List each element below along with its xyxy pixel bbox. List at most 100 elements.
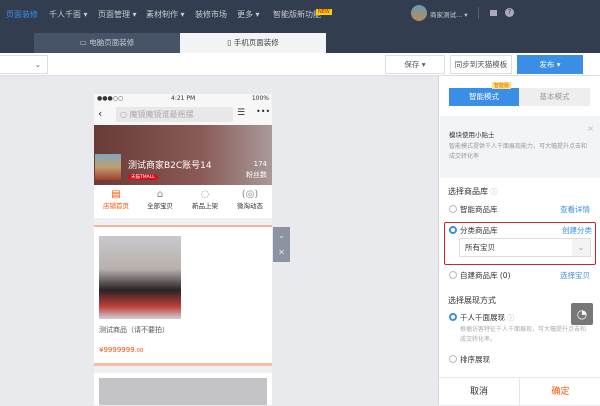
shop-banner: 测试商家B2C账号14 天猫TMALL 174 粉丝数 — [94, 125, 272, 185]
nav-label: 新品上架 — [192, 202, 218, 210]
product-card[interactable] — [94, 373, 272, 405]
new-badge: NEW — [316, 9, 332, 15]
nav-label: 微淘动态 — [237, 202, 263, 210]
option-label: 自建商品库 (0) — [460, 271, 511, 280]
shop-logo — [95, 154, 121, 180]
category-select[interactable]: 所有宝贝 ⌄ — [459, 238, 591, 257]
option-label: 千人千面展现 ⓘ — [460, 312, 514, 323]
product-image[interactable] — [99, 378, 267, 405]
message-icon[interactable] — [490, 10, 497, 16]
view-details-link[interactable]: 查看详情 — [560, 204, 590, 215]
nav-all-items[interactable]: ⌂ 全部宝贝 — [138, 189, 182, 210]
store-icon: ▤ — [111, 189, 121, 200]
option-label: 智能商品库 — [460, 205, 498, 214]
info-icon: ⓘ — [507, 314, 515, 322]
tip-text: 智能模式提供千人千面展现能力，可大幅提升点击和成交转化率 — [449, 143, 588, 160]
display-label: 选择展现方式 — [448, 296, 496, 305]
search-bar: ‹ ○ 魔镜魔镜谁最摇摆 ☰ ••• — [94, 104, 272, 125]
smart-mode-button[interactable]: 智能模式 — [449, 88, 519, 106]
time: 4:21 PM — [171, 95, 196, 102]
status-bar: ●●●○○ 4:21 PM 100% — [94, 94, 272, 104]
nav-item[interactable]: 更多 ▾ — [237, 9, 260, 20]
chevron-down-icon: ⌄ — [34, 60, 41, 69]
shop-name: 测试商家B2C账号14 — [128, 161, 212, 171]
close-icon[interactable]: ✕ — [273, 244, 290, 261]
product-image[interactable] — [99, 236, 181, 319]
nav-item[interactable]: 智能版新功能 — [273, 9, 321, 20]
settings-panel: 智能模式 基本模式 智能版 模块使用小贴士 × 智能模式提供千人千面展现能力，可… — [438, 76, 600, 406]
radio-sorted[interactable] — [449, 355, 457, 363]
customer-service-icon[interactable]: ◔ — [571, 303, 593, 325]
radio-personalized[interactable] — [449, 313, 457, 321]
cancel-button[interactable]: 取消 — [439, 378, 520, 406]
tab-label: 手机页面装修 — [233, 38, 279, 47]
tab-label: 电脑页面装修 — [89, 38, 135, 47]
select-items-link[interactable]: 选择宝贝 — [560, 270, 590, 281]
publish-button[interactable]: 发布 ▾ — [517, 55, 583, 74]
module-controls: ⌄ ✕ — [273, 227, 290, 262]
toolbar: ⌄ 保存 ▾ 同步到天猫模板 发布 ▾ — [0, 53, 600, 76]
product-price: ¥9999999.00 — [99, 346, 143, 354]
product-card[interactable]: 测试商品（请不要拍） ¥9999999.00 — [94, 225, 272, 366]
smart-badge: 智能版 — [492, 82, 512, 89]
fans-count: 174 — [253, 160, 267, 168]
radio-custom-library[interactable] — [449, 271, 457, 279]
chat-icon: ◌ — [200, 189, 210, 200]
label-text: 选择商品库 — [448, 187, 488, 196]
more-icon[interactable]: ••• — [256, 107, 270, 116]
price: ¥9999999 — [99, 346, 135, 354]
nav-shop-home[interactable]: ▤ 店铺首页 — [94, 189, 138, 210]
tip-box: 模块使用小贴士 × 智能模式提供千人千面展现能力，可大幅提升点击和成交转化率 — [440, 116, 600, 178]
sync-tmall-button[interactable]: 同步到天猫模板 — [450, 55, 512, 74]
monitor-icon: ▭ — [79, 38, 90, 47]
nav-item[interactable]: 素材制作 ▾ — [146, 9, 185, 20]
option-label: 排序展现 — [460, 355, 490, 364]
tip-title: 模块使用小贴士 — [449, 131, 495, 139]
basic-mode-button[interactable]: 基本模式 — [519, 88, 590, 106]
radio-smart-library[interactable] — [449, 205, 457, 213]
page-select[interactable]: ⌄ — [0, 55, 48, 74]
panel-footer: 取消 确定 — [439, 377, 600, 406]
list-icon[interactable]: ☰ — [237, 108, 245, 118]
top-nav: 页面装修 千人千面 ▾ 页面管理 ▾ 素材制作 ▾ 装修市场 更多 ▾ 智能版新… — [0, 0, 600, 33]
product-title: 测试商品（请不要拍） — [99, 326, 169, 334]
battery: 100% — [251, 95, 269, 102]
search-input[interactable]: ○ 魔镜魔镜谁最摇摆 — [116, 107, 233, 122]
divider — [478, 7, 479, 19]
broadcast-icon: (◎) — [241, 189, 259, 200]
fans-label: 粉丝数 — [246, 171, 267, 179]
search-placeholder: 魔镜魔镜谁最摇摆 — [129, 110, 194, 119]
create-category-link[interactable]: 创建分类 — [562, 225, 592, 236]
select-value: 所有宝贝 — [465, 243, 495, 252]
move-down-icon[interactable]: ⌄ — [273, 227, 290, 244]
nav-label: 全部宝贝 — [147, 202, 173, 210]
shop-nav: ▤ 店铺首页 ⌂ 全部宝贝 ◌ 新品上架 (◎) 微淘动态 — [94, 185, 272, 218]
nav-label: 店铺首页 — [103, 202, 129, 210]
user-menu[interactable]: 商家测试... ▾ — [430, 9, 468, 19]
phone-preview: ●●●○○ 4:21 PM 100% ‹ ○ 魔镜魔镜谁最摇摆 ☰ ••• 测试… — [94, 94, 272, 405]
nav-item[interactable]: 页面管理 ▾ — [98, 9, 137, 20]
avatar[interactable] — [411, 5, 427, 21]
option-label: 分类商品库 — [460, 226, 498, 235]
nav-item[interactable]: 千人千面 ▾ — [49, 9, 88, 20]
confirm-button[interactable]: 确定 — [520, 378, 600, 406]
nav-weitao[interactable]: (◎) 微淘动态 — [228, 189, 272, 210]
back-icon[interactable]: ‹ — [98, 107, 102, 120]
chevron-down-icon: ⌄ — [572, 239, 590, 256]
tmall-badge: 天猫TMALL — [128, 174, 158, 180]
save-button[interactable]: 保存 ▾ — [385, 55, 445, 74]
help-icon[interactable]: ? — [505, 8, 514, 17]
nav-brand[interactable]: 页面装修 — [6, 9, 38, 20]
tab-mobile[interactable]: ▯ 手机页面装修 — [180, 33, 326, 53]
tabs-row: ▭ 电脑页面装修 ▯ 手机页面装修 — [0, 33, 600, 53]
bag-icon: ⌂ — [156, 189, 164, 200]
radio-category-library[interactable] — [449, 226, 457, 234]
nav-item[interactable]: 装修市场 — [195, 9, 227, 20]
close-tip-icon[interactable]: × — [587, 124, 594, 133]
search-icon: ○ — [120, 110, 130, 119]
tab-pc[interactable]: ▭ 电脑页面装修 — [34, 33, 180, 53]
label-text: 千人千面展现 — [460, 313, 505, 322]
library-label: 选择商品库 ⓘ — [448, 186, 498, 197]
nav-new-items[interactable]: ◌ 新品上架 — [182, 189, 228, 210]
signal: ●●●○○ — [97, 95, 124, 102]
